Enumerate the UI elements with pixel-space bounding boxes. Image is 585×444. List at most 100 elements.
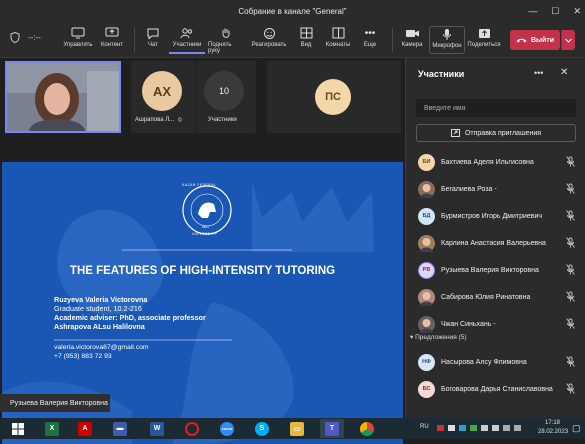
view-icon: [298, 26, 314, 40]
participant-tile[interactable]: ПС: [267, 61, 401, 133]
participant-search-input[interactable]: Введите имя: [416, 99, 576, 117]
share-button[interactable]: Поделиться: [466, 26, 502, 54]
windows-start-icon[interactable]: [6, 419, 30, 438]
clock-date[interactable]: 28.02.2023: [538, 429, 568, 435]
participants-panel: Участники ••• ✕ Введите имя Отправка при…: [405, 58, 585, 418]
chat-button[interactable]: Чат: [135, 26, 171, 54]
opera-icon[interactable]: [180, 419, 204, 438]
slide-title: THE FEATURES OF HIGH-INTENSITY TUTORING: [69, 265, 336, 277]
zoom-icon[interactable]: zoom: [215, 419, 239, 438]
view-button[interactable]: Вид: [288, 26, 324, 54]
manage-button[interactable]: Управлять: [60, 26, 96, 54]
acrobat-icon[interactable]: A: [73, 419, 97, 438]
react-icon: [261, 26, 277, 40]
people-icon: [179, 26, 195, 40]
participant-row[interactable]: БС Боговарова Дарья Станиславовна: [406, 377, 585, 401]
windows-taskbar: X A ▬ W zoom S ▭ T RU 17:18 28.02.2023 ▢: [0, 418, 585, 439]
participant-row[interactable]: Сабирова Юлия Ринатовна: [406, 285, 585, 309]
maximize-button[interactable]: ☐: [551, 6, 559, 17]
title-bar: Собрание в канале "General" — ☐ ✕: [0, 0, 585, 22]
participant-name: Бегалиева Роза -: [441, 185, 497, 193]
file-explorer-icon[interactable]: ▭: [285, 419, 309, 438]
participants-button[interactable]: Участники: [169, 26, 205, 54]
camera-button[interactable]: Камера: [394, 26, 430, 54]
skype-icon[interactable]: S: [250, 419, 274, 438]
participant-row[interactable]: НФ Насырова Алсу Флимовна: [406, 350, 585, 374]
participant-name: Чжан Синьхань -: [441, 320, 496, 328]
manage-icon: [70, 26, 86, 40]
slide-email: valeria.victorova87@gmail.com: [54, 344, 149, 351]
mic-off-icon: [566, 355, 575, 369]
floppy-save-icon[interactable]: ▬: [108, 419, 132, 438]
clock-time[interactable]: 17:18: [545, 420, 560, 426]
meeting-timer: --:--: [28, 33, 41, 42]
avatar: БИ: [418, 153, 435, 171]
close-panel-icon[interactable]: ✕: [560, 67, 568, 78]
avatar: [418, 288, 435, 306]
mic-off-icon: [566, 382, 575, 396]
microphone-button[interactable]: Микрофон: [429, 26, 465, 54]
meeting-stage: АХ Ашрапова Л... ⦸ 10 Участники ПС KAZAN…: [0, 58, 405, 444]
participant-name: Боговарова Дарья Станиславовна: [441, 385, 553, 393]
participant-video: [7, 63, 119, 131]
system-tray-icons[interactable]: [437, 423, 527, 433]
chrome-icon[interactable]: [355, 419, 379, 438]
mic-off-icon: [566, 317, 575, 331]
meeting-info: --:--: [10, 32, 41, 43]
slide-adviser-name: Ashrapova ALsu Halilovna: [54, 322, 145, 331]
close-window-button[interactable]: ✕: [573, 6, 581, 17]
participant-row[interactable]: Карлина Анастасия Валерьевна: [406, 231, 585, 255]
participant-tile[interactable]: АХ Ашрапова Л... ⦸: [131, 61, 195, 133]
slide-author: Ruzyeva Valeria Victorovna: [54, 295, 148, 304]
participant-row[interactable]: Бегалиева Роза -: [406, 177, 585, 201]
language-indicator[interactable]: RU: [420, 424, 429, 430]
mic-off-icon: [566, 263, 575, 277]
rooms-button[interactable]: Комнаты: [320, 26, 356, 54]
participant-count-badge: 10: [204, 71, 244, 111]
panel-more-icon[interactable]: •••: [534, 68, 543, 78]
minimize-button[interactable]: —: [528, 6, 537, 16]
teams-icon[interactable]: T: [320, 419, 344, 438]
slide-adviser: Academic adviser: PhD, associate profess…: [54, 313, 206, 322]
mic-off-icon: [566, 182, 575, 196]
participant-row[interactable]: БИ Бахтиева Аделя Ильгисовна: [406, 150, 585, 174]
mic-off-icon: ⦸: [177, 117, 182, 123]
mic-off-icon: [566, 209, 575, 223]
chevron-down-icon: ▾: [410, 334, 414, 341]
avatar: РВ: [418, 261, 435, 279]
avatar: ПС: [315, 79, 351, 115]
camera-icon: [404, 26, 420, 40]
avatar: АХ: [142, 71, 182, 111]
rooms-icon: [330, 26, 346, 40]
react-button[interactable]: Реагировать: [251, 26, 287, 54]
excel-icon[interactable]: X: [40, 419, 64, 438]
participant-name: Бурмистров Игорь Дмитриевич: [441, 212, 543, 220]
mic-off-icon: [566, 155, 575, 169]
send-invitation-button[interactable]: Отправка приглашения: [416, 124, 576, 142]
avatar: БС: [418, 380, 435, 398]
participant-row[interactable]: РВ Рузыева Валерия Викторовна: [406, 258, 585, 282]
content-button[interactable]: Контент: [94, 26, 130, 54]
leave-button[interactable]: Выйти: [510, 30, 560, 50]
notifications-icon[interactable]: ▢: [572, 423, 581, 434]
word-icon[interactable]: W: [145, 419, 169, 438]
chevron-down-icon: [565, 38, 572, 43]
participant-video-tile[interactable]: [5, 61, 121, 133]
share-icon: [476, 26, 492, 40]
window-title: Собрание в канале "General": [238, 6, 347, 16]
more-button[interactable]: ••• Еще: [352, 26, 388, 54]
university-name-line: UNIVERSITY: [192, 232, 218, 236]
participant-name: Карлина Анастасия Валерьевна: [441, 239, 546, 247]
avatar: [418, 180, 435, 198]
suggestions-header[interactable]: ▾ Предложения (5): [410, 333, 467, 341]
participants-count-tile[interactable]: 10 Участники: [196, 61, 256, 133]
presenter-name-tag: Рузыева Валерия Викторовна: [0, 394, 110, 412]
chat-icon: [145, 26, 161, 40]
participant-name: Ашрапова Л... ⦸: [135, 117, 182, 123]
more-icon: •••: [364, 27, 376, 39]
slide-author-group: Graduate student, 10.2-216: [54, 304, 142, 313]
raise-hand-button[interactable]: Поднять руку: [208, 26, 244, 54]
raise-hand-icon: [218, 26, 234, 40]
participant-row[interactable]: БД Бурмистров Игорь Дмитриевич: [406, 204, 585, 228]
leave-options-button[interactable]: [561, 30, 575, 50]
